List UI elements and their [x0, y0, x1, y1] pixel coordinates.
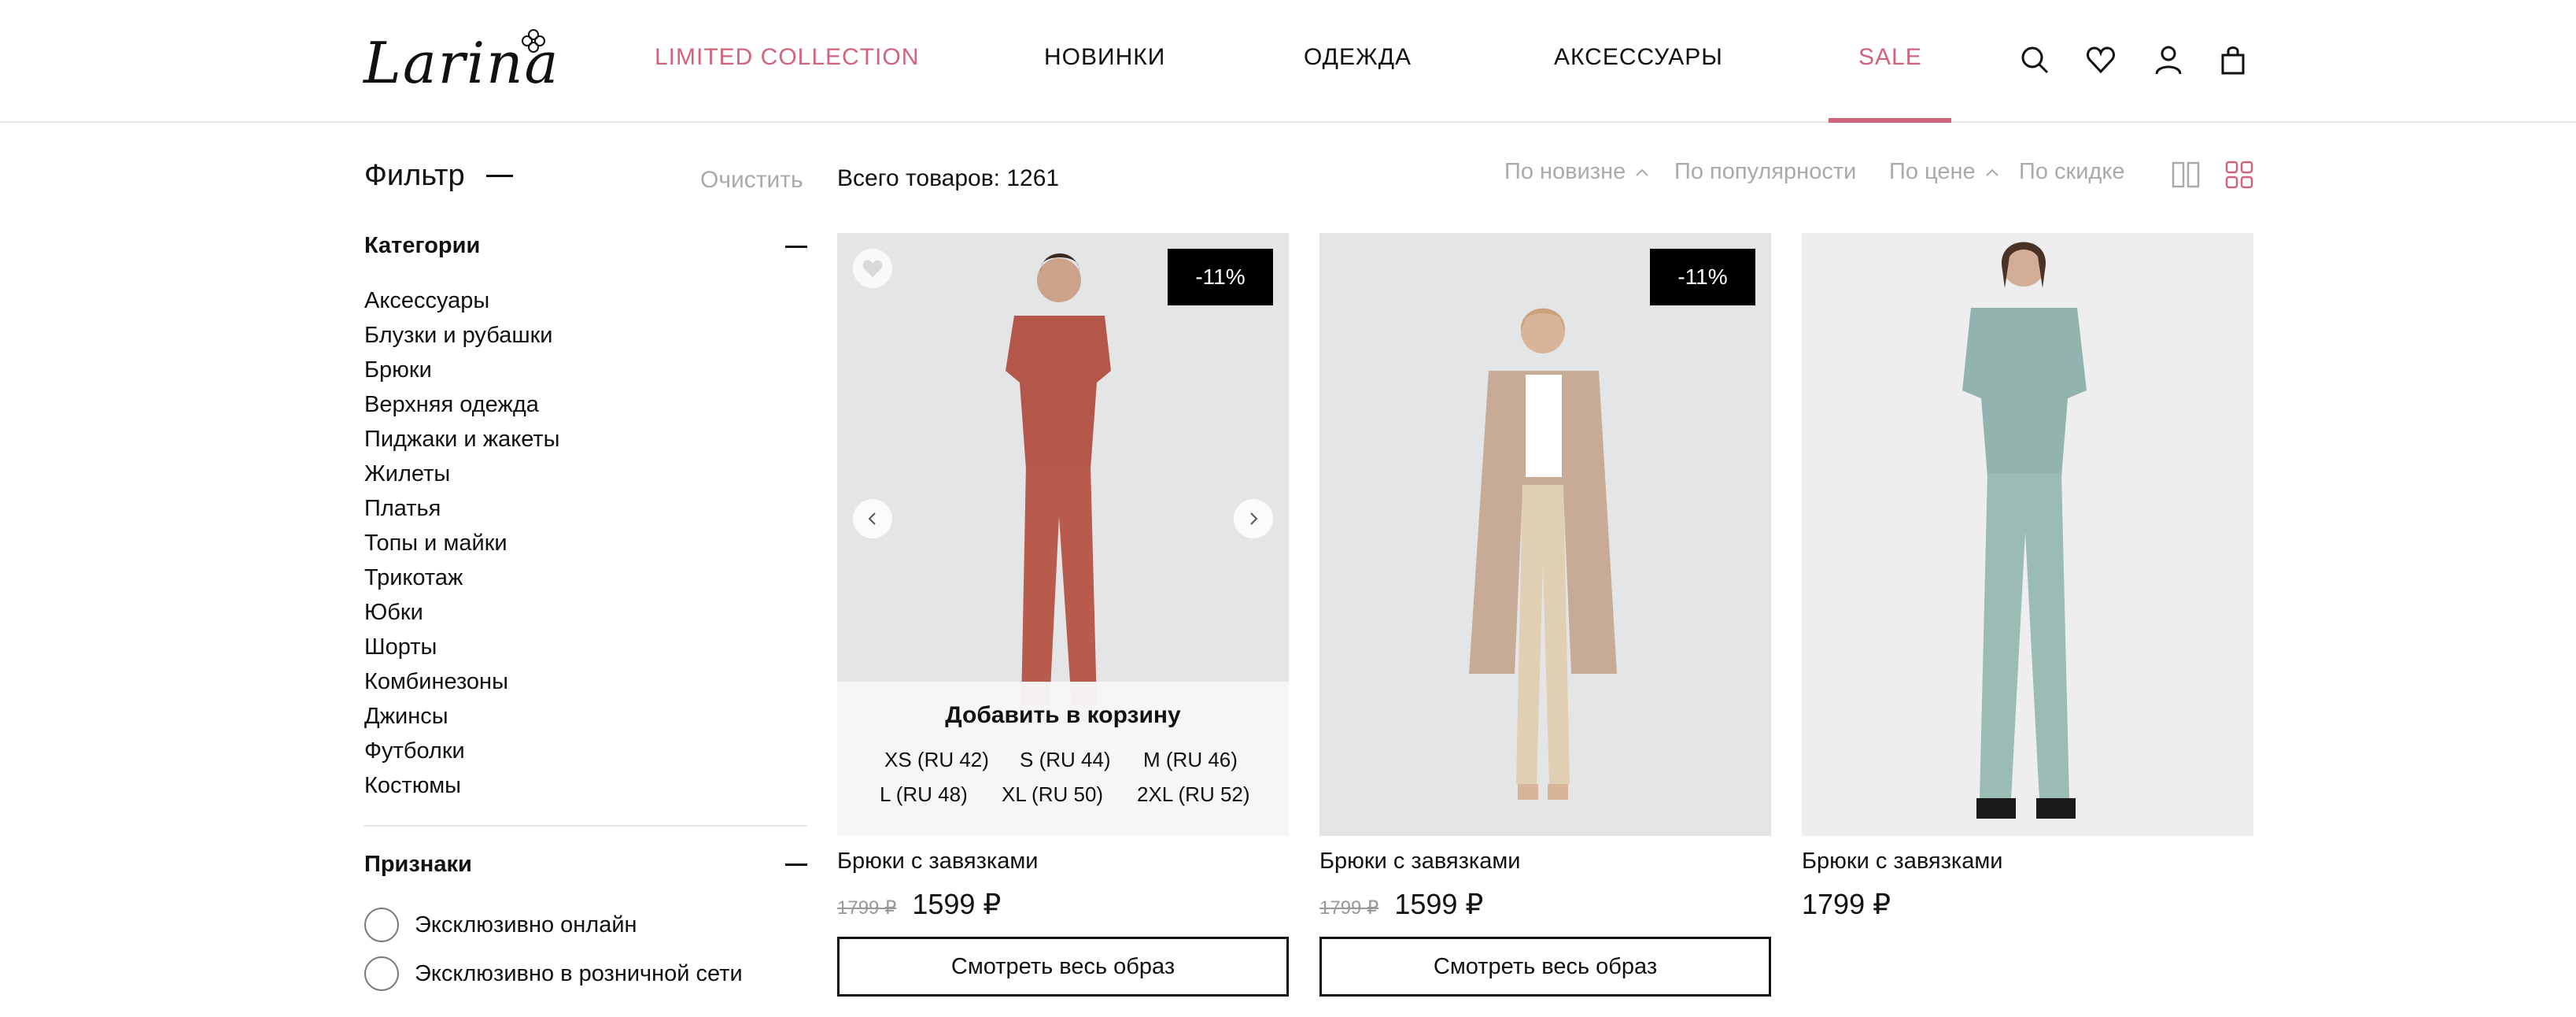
category-item[interactable]: Комбинезоны — [364, 668, 560, 702]
search-icon[interactable] — [2019, 44, 2050, 76]
size-option[interactable]: XS (RU 42) — [884, 748, 989, 772]
heart-icon — [862, 260, 883, 278]
view-look-button[interactable]: Смотреть весь образ — [837, 937, 1289, 997]
category-item[interactable]: Брюки — [364, 356, 560, 390]
features-title: Признаки — [364, 852, 472, 877]
filter-collapse-icon[interactable] — [486, 175, 513, 177]
bag-icon[interactable] — [2217, 44, 2249, 76]
nav-sale[interactable]: SALE — [1858, 44, 1922, 71]
next-image-button[interactable] — [1234, 499, 1273, 538]
radio-circle[interactable] — [364, 908, 399, 942]
category-item[interactable]: Футболки — [364, 737, 560, 771]
size-option[interactable]: 2XL (RU 52) — [1137, 782, 1250, 807]
chevron-left-icon — [868, 512, 876, 525]
nav-clothing[interactable]: ОДЕЖДА — [1304, 44, 1412, 71]
category-item[interactable]: Шорты — [364, 633, 560, 668]
size-option[interactable]: XL (RU 50) — [1002, 782, 1103, 807]
product-card[interactable]: -11% Брюки с завязками 1799 ₽ 1599 ₽ Смо… — [1319, 233, 1771, 997]
filter-divider — [364, 825, 807, 827]
product-card[interactable]: -11% Добавить в корзину XS (RU 42) S (RU… — [837, 233, 1289, 997]
nav-limited-collection[interactable]: LIMITED COLLECTION — [655, 44, 919, 71]
filter-title: Фильтр — [364, 159, 465, 192]
category-item[interactable]: Джинсы — [364, 702, 560, 737]
radio-circle[interactable] — [364, 956, 399, 991]
old-price: 1799 ₽ — [837, 897, 897, 919]
size-option[interactable]: L (RU 48) — [880, 782, 968, 807]
sort-popular[interactable]: По популярности — [1674, 159, 1856, 185]
favorite-button[interactable] — [853, 249, 892, 288]
product-photo-figure — [1962, 242, 2087, 819]
product-image[interactable]: -11% — [1319, 233, 1771, 836]
discount-badge: -11% — [1650, 249, 1755, 305]
product-name[interactable]: Брюки с завязками — [1319, 849, 1521, 875]
feature-label: Эксклюзивно в розничной сети — [415, 960, 743, 986]
site-header: Larina LIMITED COLLECTION НОВИНКИ ОДЕЖДА… — [0, 0, 2576, 123]
clear-filter-button[interactable]: Очистить — [700, 167, 803, 194]
user-icon[interactable] — [2153, 44, 2184, 76]
product-name[interactable]: Брюки с завязками — [1802, 849, 2003, 875]
sort-newest[interactable]: По новизне — [1504, 159, 1649, 185]
nav-active-indicator — [1829, 118, 1951, 123]
category-item[interactable]: Верхняя одежда — [364, 390, 560, 425]
add-to-cart-button[interactable]: Добавить в корзину — [837, 702, 1289, 729]
discount-badge: -11% — [1168, 249, 1273, 305]
price-row: 1799 ₽ 1599 ₽ — [837, 888, 1001, 921]
grid-four-icon[interactable] — [2225, 161, 2253, 189]
category-item[interactable]: Трикотаж — [364, 564, 560, 598]
old-price: 1799 ₽ — [1319, 897, 1379, 919]
price-row: 1799 ₽ — [1802, 888, 1891, 921]
sort-label: По скидке — [2019, 159, 2125, 184]
sort-label: По новизне — [1504, 159, 1626, 184]
category-item[interactable]: Топы и майки — [364, 529, 560, 564]
product-image[interactable] — [1802, 233, 2253, 836]
categories-title: Категории — [364, 233, 481, 258]
brand-logo[interactable]: Larina — [364, 25, 558, 96]
product-image[interactable]: -11% Добавить в корзину XS (RU 42) S (RU… — [837, 233, 1289, 836]
quick-add-panel: Добавить в корзину XS (RU 42) S (RU 44) … — [837, 682, 1289, 836]
heart-icon[interactable] — [2085, 44, 2117, 76]
category-item[interactable]: Юбки — [364, 598, 560, 633]
features-collapse-icon[interactable] — [785, 864, 807, 866]
category-item[interactable]: Платья — [364, 494, 560, 529]
view-look-button[interactable]: Смотреть весь образ — [1319, 937, 1771, 997]
chevron-up-icon — [1636, 168, 1648, 176]
prev-image-button[interactable] — [853, 499, 892, 538]
current-price: 1599 ₽ — [1394, 888, 1484, 920]
nav-new[interactable]: НОВИНКИ — [1044, 44, 1165, 71]
current-price: 1799 ₽ — [1802, 888, 1891, 920]
product-card[interactable]: Брюки с завязками 1799 ₽ — [1802, 233, 2253, 920]
grid-two-columns-icon[interactable] — [2172, 161, 2200, 189]
logo-flower-icon — [522, 29, 545, 53]
category-item[interactable]: Жилеты — [364, 460, 560, 494]
product-photo-figure — [1469, 308, 1617, 800]
chevron-up-icon — [1985, 168, 1998, 176]
chevron-right-icon — [1250, 512, 1258, 525]
feature-online-checkbox[interactable]: Эксклюзивно онлайн — [364, 907, 637, 943]
category-item[interactable]: Аксессуары — [364, 287, 560, 321]
category-item[interactable]: Пиджаки и жакеты — [364, 425, 560, 460]
categories-collapse-icon[interactable] — [785, 246, 807, 248]
sort-price[interactable]: По цене — [1889, 159, 1999, 185]
category-list: Аксессуары Блузки и рубашки Брюки Верхня… — [364, 287, 560, 806]
feature-retail-checkbox[interactable]: Эксклюзивно в розничной сети — [364, 956, 743, 992]
nav-accessories[interactable]: АКСЕССУАРЫ — [1554, 44, 1723, 71]
size-option[interactable]: M (RU 46) — [1143, 748, 1238, 772]
category-item[interactable]: Костюмы — [364, 771, 560, 806]
feature-label: Эксклюзивно онлайн — [415, 912, 637, 937]
current-price: 1599 ₽ — [912, 888, 1002, 920]
sort-discount[interactable]: По скидке — [2019, 159, 2124, 185]
total-products: Всего товаров: 1261 — [837, 165, 1060, 191]
category-item[interactable]: Блузки и рубашки — [364, 321, 560, 356]
sort-label: По цене — [1889, 159, 1976, 184]
product-name[interactable]: Брюки с завязками — [837, 849, 1039, 875]
size-option[interactable]: S (RU 44) — [1020, 748, 1111, 772]
sort-label: По популярности — [1674, 159, 1857, 184]
price-row: 1799 ₽ 1599 ₽ — [1319, 888, 1483, 921]
